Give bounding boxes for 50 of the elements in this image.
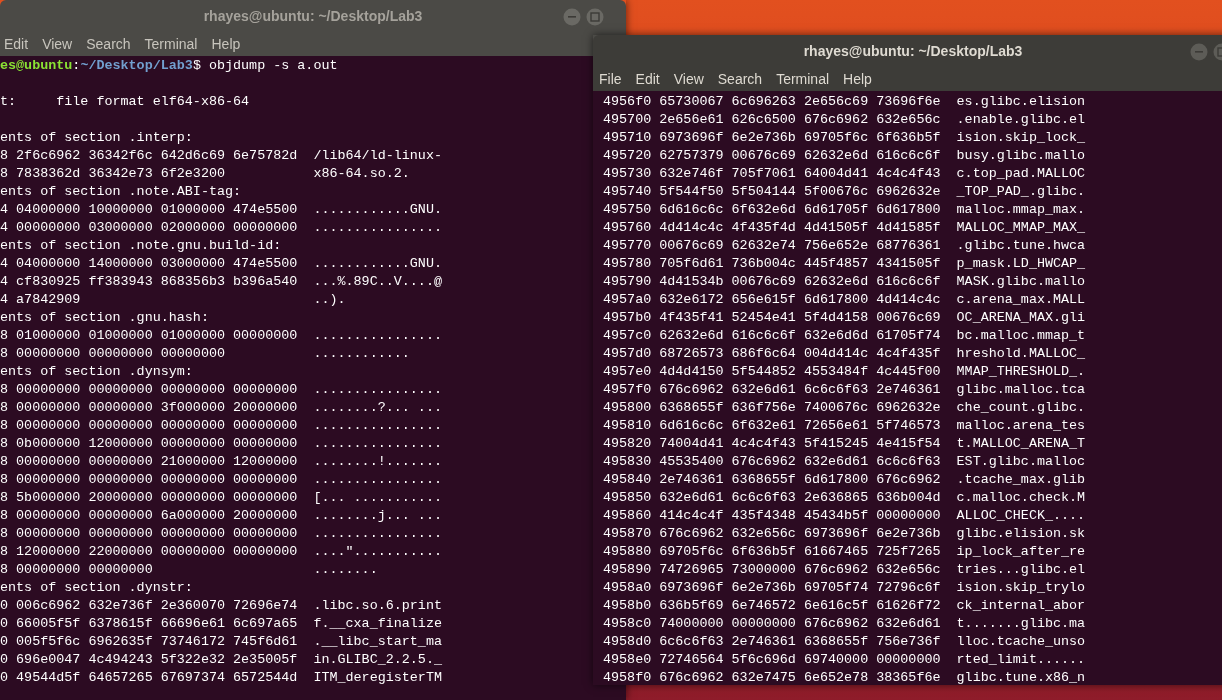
terminal-line: 4958a0 6973696f 6e2e736b 69705f74 72796c6f ision.skip_trylo bbox=[603, 579, 1087, 597]
terminal-line: 495860 414c4c4f 435f4348 45434b5f 00000000 ALLOC_CHECK_.... bbox=[603, 507, 1087, 525]
terminal-line: 495810 6d616c6c 6f632e61 72656e61 5f746573 malloc.arena_tes bbox=[603, 417, 1087, 435]
menu-item[interactable]: View bbox=[42, 33, 73, 55]
terminal-line: 495880 69705f6c 6f636b5f 61667465 725f7265 ip_lock_after_re bbox=[603, 543, 1087, 561]
terminal-line: 495870 676c6962 632e656c 6973696f 6e2e736b glibc.elision.sk bbox=[603, 525, 1087, 543]
terminal-line: 495710 6973696f 6e2e736b 69705f6c 6f636b5f ision.skip_lock_ bbox=[603, 129, 1087, 147]
menu-item[interactable]: Help bbox=[843, 68, 872, 90]
terminal-line: 4957c0 62632e6d 616c6c6f 632e6d6d 61705f74 bc.malloc.mmap_t bbox=[603, 327, 1087, 345]
menu-item[interactable]: Edit bbox=[4, 33, 29, 55]
terminal-line: 4958f0 676c6962 632e7475 6e652e78 38365f6e glibc.tune.x86_n bbox=[603, 669, 1087, 685]
menu-item[interactable]: View bbox=[673, 68, 704, 90]
minimize-icon[interactable] bbox=[1190, 43, 1208, 61]
menu-item[interactable]: Terminal bbox=[776, 68, 830, 90]
minimize-icon[interactable] bbox=[563, 8, 581, 26]
terminal-line: 495740 5f544f50 5f504144 5f00676c 6962632e _TOP_PAD_.glibc. bbox=[603, 183, 1087, 201]
terminal-line: 4958d0 6c6c6f63 2e746361 6368655f 756e736f lloc.tcache_unso bbox=[603, 633, 1087, 651]
terminal-line: 4957e0 4d4d4150 5f544852 4553484f 4c445f00 MMAP_THRESHOLD_. bbox=[603, 363, 1087, 381]
terminal-line: 495700 2e656e61 626c6500 676c6962 632e656c .enable.glibc.el bbox=[603, 111, 1087, 129]
window-title: rhayes@ubuntu: ~/Desktop/Lab3 bbox=[803, 41, 1023, 61]
terminal-line: 495760 4d414c4c 4f435f4d 4d41505f 4d41585f MALLOC_MMAP_MAX_ bbox=[603, 219, 1087, 237]
terminal-line: 495890 74726965 73000000 676c6962 632e656c tries...glibc.el bbox=[603, 561, 1087, 579]
terminal-line: 495820 74004d41 4c4c4f43 5f415245 4e415f54 t.MALLOC_ARENA_T bbox=[603, 435, 1087, 453]
terminal-line: 495780 705f6d61 736b004c 445f4857 4341505f p_mask.LD_HWCAP_ bbox=[603, 255, 1087, 273]
terminal-line: 495790 4d41534b 00676c69 62632e6d 616c6c6f MASK.glibc.mallo bbox=[603, 273, 1087, 291]
terminal-line: 495840 2e746361 6368655f 6d617800 676c6962 .tcache_max.glib bbox=[603, 471, 1087, 489]
terminal-line: 4957f0 676c6962 632e6d61 6c6c6f63 2e746361 glibc.malloc.tca bbox=[603, 381, 1087, 399]
menu-item[interactable]: Help bbox=[211, 33, 241, 55]
terminal-line: 495830 45535400 676c6962 632e6d61 6c6c6f63 EST.glibc.malloc bbox=[603, 453, 1087, 471]
terminal-line: 495730 632e746f 705f7061 64004d41 4c4c4f43 c.top_pad.MALLOC bbox=[603, 165, 1087, 183]
terminal-line: 4957a0 632e6172 656e615f 6d617800 4d414c4c c.arena_max.MALL bbox=[603, 291, 1087, 309]
menu-item[interactable]: Search bbox=[717, 68, 763, 90]
terminal-line: 4958b0 636b5f69 6e746572 6e616c5f 61626f72 ck_internal_abor bbox=[603, 597, 1087, 615]
terminal-line: 4956f0 65730067 6c696263 2e656c69 73696f6e es.glibc.elision bbox=[603, 93, 1087, 111]
menu-item[interactable]: Edit bbox=[635, 68, 660, 90]
menu-item[interactable]: Terminal bbox=[144, 33, 198, 55]
terminal-line: 495770 00676c69 62632e74 756e652e 68776361 .glibc.tune.hwca bbox=[603, 237, 1087, 255]
terminal-line: 495720 62757379 00676c69 62632e6d 616c6c6f busy.glibc.mallo bbox=[603, 147, 1087, 165]
terminal-line: 4957d0 68726573 686f6c64 004d414c 4c4f435f hreshold.MALLOC_ bbox=[603, 345, 1087, 363]
terminal-line: 495850 632e6d61 6c6c6f63 2e636865 636b004d c.malloc.check.M bbox=[603, 489, 1087, 507]
terminal-line: 495800 6368655f 636f756e 7400676c 6962632e che_count.glibc. bbox=[603, 399, 1087, 417]
menu-item[interactable]: Search bbox=[86, 33, 131, 55]
terminal-line: 4958e0 72746564 5f6c696d 69740000 00000000 rted_limit...... bbox=[603, 651, 1087, 669]
maximize-icon[interactable] bbox=[586, 8, 604, 26]
window-title: rhayes@ubuntu: ~/Desktop/Lab3 bbox=[203, 6, 423, 26]
menu-item[interactable]: File bbox=[599, 68, 622, 90]
terminal-line: 4958c0 74000000 00000000 676c6962 632e6d61 t.......glibc.ma bbox=[603, 615, 1087, 633]
terminal-line: 495750 6d616c6c 6f632e6d 6d61705f 6d617800 malloc.mmap_max. bbox=[603, 201, 1087, 219]
terminal-line: 4957b0 4f435f41 52454e41 5f4d4158 00676c69 OC_ARENA_MAX.gli bbox=[603, 309, 1087, 327]
terminal-line: es@ubuntu:~/Desktop/Lab3$ objdump -s a.out bbox=[0, 57, 339, 75]
